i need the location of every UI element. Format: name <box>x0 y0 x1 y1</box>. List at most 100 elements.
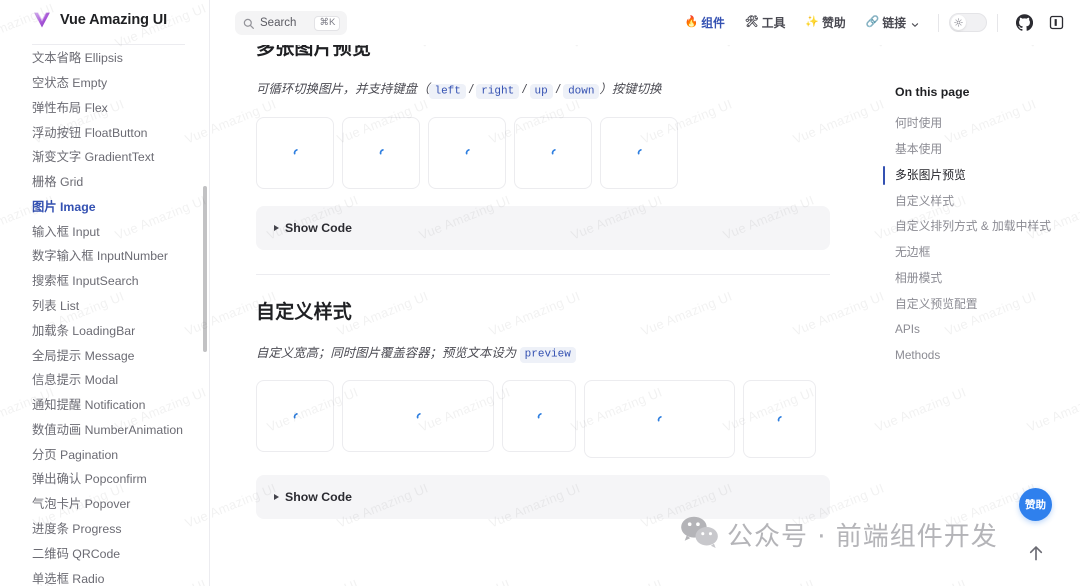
top-nav-item-components[interactable]: 🔥 组件 <box>674 14 734 31</box>
sidebar-item-9[interactable]: 搜索框 InputSearch <box>32 269 185 294</box>
sidebar-item-label: 数值动画 NumberAnimation <box>32 422 184 437</box>
top-nav-item-sponsor[interactable]: ✨ 赞助 <box>795 14 855 31</box>
section-title-custom-style: 自定义样式 <box>256 301 353 323</box>
sidebar-item-19[interactable]: 进度条 Progress <box>32 517 185 542</box>
image-placeholder[interactable] <box>256 116 334 189</box>
square-panel-icon[interactable] <box>1045 12 1067 34</box>
sidebar-scrollbar-thumb[interactable] <box>203 186 207 352</box>
search-input[interactable]: Search ⌘K <box>235 11 348 35</box>
show-code-toggle-1[interactable]: Show Code <box>256 205 830 250</box>
sidebar-item-label: 空状态 Empty <box>32 75 108 90</box>
sidebar-nav-list[interactable]: 文本省略 Ellipsis 空状态 Empty 弹性布局 Flex 浮动按钮 Floa… <box>0 46 209 586</box>
toc-item-label: 相册模式 <box>895 270 943 285</box>
toc-item-label: 无边框 <box>895 245 931 260</box>
sidebar-item-2[interactable]: 弹性布局 Flex <box>32 96 185 121</box>
top-nav-item-tools[interactable]: 🛠 工具 <box>735 14 796 31</box>
sidebar-item-label: 数字输入框 InputNumber <box>32 249 168 264</box>
back-to-top-button[interactable] <box>1025 542 1047 564</box>
toc-list[interactable]: 何时使用基本使用多张图片预览 自定义样式 自定义排列方式 & 加载中样式无边框相册模… <box>883 111 1062 369</box>
app-root: Vue Amazing UI 文本省略 Ellipsis 空状态 Empty 弹性布… <box>0 0 1080 586</box>
search-icon <box>243 18 254 29</box>
toc-item-1[interactable]: 基本使用 <box>883 137 1062 163</box>
sidebar-item-17[interactable]: 弹出确认 Popconfirm <box>32 467 185 492</box>
image-grid-custom-style <box>256 380 830 466</box>
toc-item-3[interactable]: 自定义样式 <box>883 188 1062 214</box>
sidebar-item-5[interactable]: 栅格 Grid <box>32 170 185 195</box>
sidebar-item-16[interactable]: 分页 Pagination <box>32 443 185 468</box>
fire-icon: 🔥 <box>684 16 699 28</box>
desc-sep-1: / <box>465 82 477 96</box>
code-preview: preview <box>519 347 576 363</box>
sidebar-item-7[interactable]: 输入框 Input <box>32 219 185 244</box>
sidebar-item-11[interactable]: 加载条 LoadingBar <box>32 319 185 344</box>
sidebar-item-label: 二维码 QRCode <box>32 546 121 561</box>
toc-item-0[interactable]: 何时使用 <box>883 111 1062 137</box>
sidebar-item-18[interactable]: 气泡卡片 Popover <box>32 492 185 517</box>
sidebar-item-label: 图片 Image <box>32 199 96 214</box>
image-placeholder[interactable] <box>584 380 735 458</box>
image-placeholder[interactable] <box>256 380 334 452</box>
sidebar-item-1[interactable]: 空状态 Empty <box>32 71 185 96</box>
sidebar-divider <box>32 44 185 45</box>
sidebar-item-label: 全局提示 Message <box>32 348 135 363</box>
loading-spinner-icon <box>289 410 302 423</box>
sidebar-item-13[interactable]: 信息提示 Modal <box>32 368 185 393</box>
sponsor-fab-label: 赞助 <box>1025 499 1046 511</box>
toc-item-4[interactable]: 自定义排列方式 & 加载中样式 <box>883 214 1062 240</box>
sidebar-item-6[interactable]: 图片 Image <box>32 195 185 220</box>
toc-item-9[interactable]: Methods <box>883 343 1062 369</box>
loading-spinner-icon <box>633 146 646 159</box>
theme-toggle[interactable] <box>949 13 987 32</box>
sidebar-item-8[interactable]: 数字输入框 InputNumber <box>32 244 185 269</box>
image-placeholder[interactable] <box>514 116 592 189</box>
brand-logo[interactable]: Vue Amazing UI <box>0 0 209 40</box>
sponsor-fab-button[interactable]: 赞助 <box>1019 488 1052 521</box>
toc-item-label: 基本使用 <box>895 142 943 157</box>
sidebar-item-label: 列表 List <box>32 299 80 313</box>
section-desc-multi-preview: 可循环切换图片，并支持键盘（ left / right / up / down ）按… <box>256 80 830 100</box>
loading-spinner-icon <box>547 146 560 159</box>
top-nav-divider-2 <box>997 13 998 32</box>
loading-spinner-icon <box>412 410 425 423</box>
image-placeholder[interactable] <box>342 116 420 189</box>
desc-sep-2: / <box>519 82 530 96</box>
code-up: up <box>529 83 553 99</box>
sidebar-item-20[interactable]: 二维码 QRCode <box>32 542 185 567</box>
image-placeholder[interactable] <box>502 380 576 452</box>
image-placeholder[interactable] <box>342 380 494 452</box>
toc-item-8[interactable]: APIs <box>883 317 1062 343</box>
desc-text-post: ）按键切换 <box>599 82 662 96</box>
sidebar-item-label: 气泡卡片 Popover <box>32 497 131 512</box>
toc-title: On this page <box>895 85 970 99</box>
sidebar-item-4[interactable]: 渐变文字 GradientText <box>32 145 185 170</box>
github-icon[interactable] <box>1013 12 1035 34</box>
image-grid-multi-preview <box>256 116 830 197</box>
sidebar-item-21[interactable]: 单选框 Radio <box>32 566 185 586</box>
loading-spinner-icon <box>375 146 388 159</box>
top-nav-item-links[interactable]: 🔗 链接 <box>856 14 928 31</box>
toc-item-6[interactable]: 相册模式 <box>883 266 1062 292</box>
toc-item-2[interactable]: 多张图片预览 <box>883 163 1062 189</box>
show-code-label-2: Show Code <box>285 490 352 504</box>
sidebar-item-3[interactable]: 浮动按钮 FloatButton <box>32 120 185 145</box>
sidebar-item-label: 文本省略 Ellipsis <box>32 51 123 66</box>
loading-spinner-icon <box>461 146 474 159</box>
sidebar-item-0[interactable]: 文本省略 Ellipsis <box>32 46 185 71</box>
left-sidebar: Vue Amazing UI 文本省略 Ellipsis 空状态 Empty 弹性布… <box>0 0 210 586</box>
show-code-toggle-2[interactable]: Show Code <box>256 475 830 519</box>
sparkles-icon: ✨ <box>805 16 820 28</box>
sidebar-item-10[interactable]: 列表 List <box>32 294 185 319</box>
image-placeholder[interactable] <box>743 380 816 458</box>
image-placeholder[interactable] <box>428 116 506 189</box>
toc-item-5[interactable]: 无边框 <box>883 240 1062 266</box>
top-nav-divider-1 <box>938 13 939 32</box>
top-nav-label-tools: 工具 <box>761 16 786 30</box>
sidebar-item-14[interactable]: 通知提醒 Notification <box>32 393 185 418</box>
code-right: right <box>476 83 520 99</box>
sidebar-item-15[interactable]: 数值动画 NumberAnimation <box>32 418 185 443</box>
image-placeholder[interactable] <box>600 116 678 189</box>
section-desc-custom-style: 自定义宽高；同时图片覆盖容器；预览文本设为 preview <box>256 344 830 364</box>
toc-item-7[interactable]: 自定义预览配置 <box>883 291 1062 317</box>
top-nav-label-components: 组件 <box>701 16 725 30</box>
sidebar-item-12[interactable]: 全局提示 Message <box>32 343 185 368</box>
